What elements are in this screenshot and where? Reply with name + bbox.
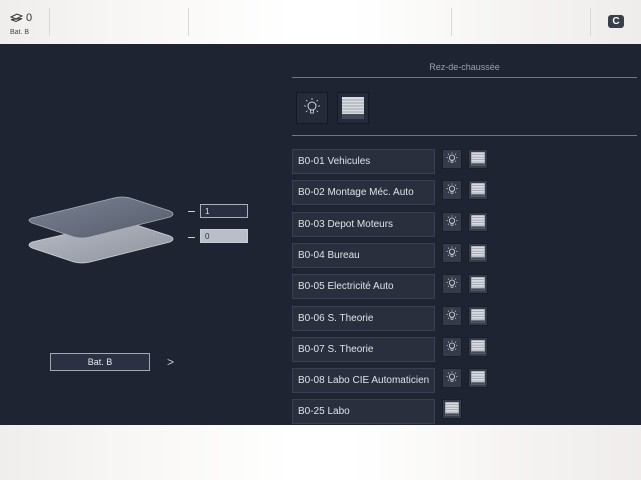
divider (292, 135, 637, 136)
shutter-icon (471, 214, 485, 229)
separator (49, 8, 50, 36)
shutter-icon (445, 402, 459, 417)
room-label[interactable]: B0-01 Vehicules (292, 149, 435, 174)
counter[interactable]: 0 (10, 12, 32, 24)
divider (292, 77, 637, 78)
room-light-button[interactable] (442, 305, 462, 326)
room-shutter-button[interactable] (468, 180, 488, 201)
room-shutter-button[interactable] (468, 274, 488, 295)
separator (451, 8, 452, 36)
layers-icon (10, 13, 23, 23)
room-label[interactable]: B0-05 Electricité Auto (292, 274, 435, 300)
separator (188, 8, 189, 36)
shutter-icon (471, 277, 485, 291)
room-label[interactable]: B0-08 Labo CIE Automaticien (292, 368, 435, 394)
light-bulb-icon (446, 277, 458, 288)
shutter-icon (471, 340, 485, 354)
light-bulb-icon (446, 183, 458, 194)
separator (590, 8, 591, 36)
room-shutter-button[interactable] (468, 305, 488, 326)
floor-stack-icon[interactable] (24, 190, 184, 270)
top-bar: 0 Bat. B C (0, 0, 641, 44)
logo-letter: C (612, 15, 620, 27)
light-bulb-icon (304, 98, 320, 114)
light-bulb-icon (446, 340, 458, 351)
room-shutter-button[interactable] (468, 336, 488, 357)
light-bulb-icon (446, 246, 458, 257)
building-label: Bat. B (10, 29, 30, 36)
room-light-button[interactable] (442, 242, 462, 263)
light-bulb-icon (446, 152, 458, 163)
room-label[interactable]: B0-07 S. Theorie (292, 336, 435, 362)
room-label[interactable]: B0-03 Depot Moteurs (292, 211, 435, 237)
all-lights-button[interactable] (296, 92, 328, 124)
room-label[interactable]: B0-04 Bureau (292, 242, 435, 268)
room-shutter-button[interactable] (468, 368, 488, 389)
floor-0-field[interactable]: 0 (200, 229, 248, 243)
floor-connector (188, 237, 195, 238)
floor-connector (188, 211, 195, 212)
logo-button[interactable]: C (608, 15, 624, 28)
room-light-button[interactable] (442, 211, 462, 232)
floor-title: Rez-de-chaussée (429, 62, 500, 72)
room-light-button[interactable] (442, 149, 462, 169)
room-light-button[interactable] (442, 180, 462, 201)
all-shutters-button[interactable] (337, 92, 369, 124)
next-chevron[interactable]: > (167, 355, 174, 369)
room-light-button[interactable] (442, 368, 462, 389)
shutter-icon (471, 246, 485, 260)
shutter-icon (471, 152, 485, 166)
shutter-icon (342, 97, 364, 119)
room-label[interactable]: B0-25 Labo (292, 399, 435, 425)
floor-1-field[interactable]: 1 (200, 204, 248, 218)
shutter-icon (471, 371, 485, 385)
shutter-icon (471, 308, 485, 323)
shutter-icon (471, 183, 485, 198)
room-shutter-button[interactable] (468, 149, 488, 169)
bottom-bar (0, 425, 641, 480)
room-light-button[interactable] (442, 274, 462, 295)
room-shutter-button[interactable] (442, 399, 462, 420)
room-shutter-button[interactable] (468, 211, 488, 232)
light-bulb-icon (446, 214, 458, 226)
room-light-button[interactable] (442, 336, 462, 357)
room-shutter-button[interactable] (468, 242, 488, 263)
light-bulb-icon (446, 371, 458, 382)
room-label[interactable]: B0-06 S. Theorie (292, 305, 435, 331)
counter-value: 0 (26, 12, 33, 24)
building-button[interactable]: Bat. B (50, 353, 150, 371)
room-label[interactable]: B0-02 Montage Méc. Auto (292, 180, 435, 206)
light-bulb-icon (446, 308, 458, 320)
